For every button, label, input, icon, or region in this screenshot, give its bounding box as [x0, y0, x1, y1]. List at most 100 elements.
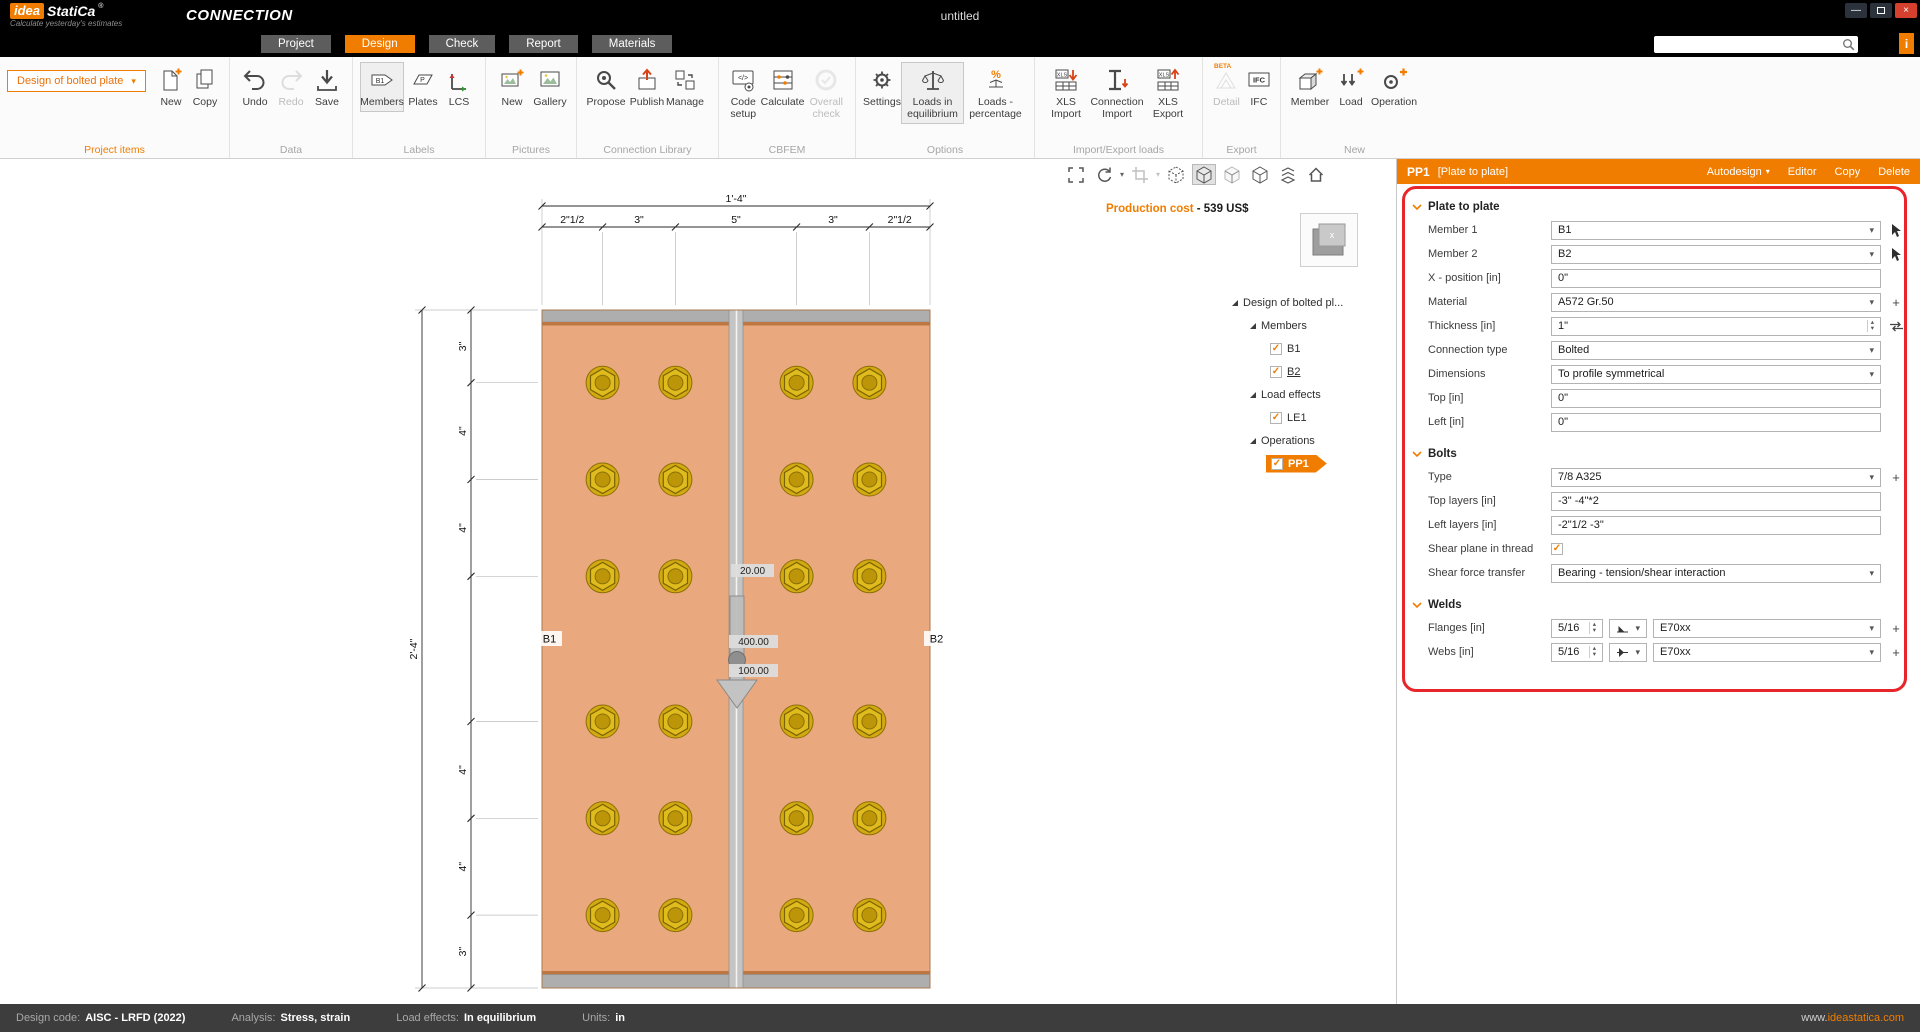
ribbon-button-loads-in-equilibrium[interactable]: Loads in equilibrium: [901, 62, 964, 124]
search-input[interactable]: [1654, 38, 1842, 50]
tree-item-le1[interactable]: ✓ LE1: [1232, 406, 1343, 429]
tree-item-project-root[interactable]: Design of bolted pl...: [1232, 291, 1343, 314]
bolt[interactable]: [780, 802, 813, 835]
member1-dropdown[interactable]: B1▾: [1551, 221, 1881, 240]
bolt[interactable]: [659, 560, 692, 593]
checkbox-checked-icon[interactable]: ✓: [1270, 412, 1282, 424]
add-weld-material-icon[interactable]: +: [1886, 643, 1906, 662]
tab-check[interactable]: Check: [429, 35, 496, 53]
flange-electrode-dropdown[interactable]: E70xx▾: [1653, 619, 1881, 638]
stepper-arrows-icon[interactable]: ▴▾: [1867, 320, 1874, 332]
top-input[interactable]: 0": [1551, 389, 1881, 408]
autodesign-dropdown[interactable]: Autodesign▾: [1707, 166, 1770, 178]
sync-thickness-icon[interactable]: [1886, 317, 1906, 336]
ribbon-button-propose[interactable]: Propose: [584, 62, 628, 112]
chevron-down-icon[interactable]: ▾: [1156, 170, 1160, 179]
close-button[interactable]: ×: [1895, 3, 1917, 18]
top-layers-input[interactable]: -3" -4"*2: [1551, 492, 1881, 511]
connection-type-dropdown[interactable]: Bolted▾: [1551, 341, 1881, 360]
info-button[interactable]: i: [1899, 33, 1914, 54]
bolt[interactable]: [780, 899, 813, 932]
member2-dropdown[interactable]: B2▾: [1551, 245, 1881, 264]
search-icon[interactable]: [1842, 38, 1858, 51]
pick-member-icon[interactable]: [1886, 245, 1906, 264]
bolt[interactable]: [780, 366, 813, 399]
bolt[interactable]: [780, 463, 813, 496]
x-position-input[interactable]: 0": [1551, 269, 1881, 288]
checkbox-checked-icon[interactable]: ✓: [1270, 343, 1282, 355]
website-link[interactable]: www.ideastatica.com: [1801, 1012, 1904, 1024]
tree-item-operations[interactable]: Operations: [1232, 429, 1343, 452]
fit-view-icon[interactable]: [1064, 164, 1088, 185]
bolt[interactable]: [586, 899, 619, 932]
pp1-selected-band[interactable]: ✓ PP1: [1266, 455, 1327, 473]
add-material-icon[interactable]: +: [1886, 293, 1906, 312]
bolt[interactable]: [659, 366, 692, 399]
web-weld-type-dropdown[interactable]: ▾: [1609, 643, 1647, 662]
bolt[interactable]: [659, 705, 692, 738]
view-mode-solid-icon[interactable]: [1192, 164, 1216, 185]
tab-report[interactable]: Report: [509, 35, 578, 53]
ribbon-button-detail[interactable]: BETA Detail: [1210, 62, 1243, 112]
ribbon-button-xls-export[interactable]: XLS XLS Export: [1144, 62, 1192, 124]
tree-item-members[interactable]: Members: [1232, 314, 1343, 337]
ribbon-button-redo[interactable]: Redo: [273, 62, 309, 112]
bolt[interactable]: [853, 899, 886, 932]
bolt[interactable]: [853, 560, 886, 593]
ribbon-button-overall-check[interactable]: Overall check: [805, 62, 848, 124]
bolt[interactable]: [853, 366, 886, 399]
bolt[interactable]: [659, 802, 692, 835]
tab-design[interactable]: Design: [345, 35, 415, 53]
flange-weld-type-dropdown[interactable]: ▾: [1609, 619, 1647, 638]
ribbon-button-copy-project-item[interactable]: Copy: [188, 62, 222, 112]
bolt[interactable]: [586, 463, 619, 496]
stepper-arrows-icon[interactable]: ▴▾: [1589, 622, 1596, 634]
shear-plane-checkbox[interactable]: ✓: [1551, 543, 1563, 555]
add-weld-material-icon[interactable]: +: [1886, 619, 1906, 638]
ribbon-button-manage[interactable]: Manage: [666, 62, 704, 112]
expander-icon[interactable]: [1250, 438, 1256, 444]
ribbon-button-xls-import[interactable]: XLS XLS Import: [1042, 62, 1090, 124]
ribbon-button-new-operation[interactable]: Operation: [1370, 62, 1418, 112]
ribbon-button-new-member[interactable]: Member: [1288, 62, 1332, 112]
left-layers-input[interactable]: -2"1/2 -3": [1551, 516, 1881, 535]
tree-item-pp1[interactable]: ✓ PP1: [1232, 452, 1343, 475]
view-mode-transparent-icon[interactable]: [1220, 164, 1244, 185]
bolt[interactable]: [659, 899, 692, 932]
connection-drawing[interactable]: 1'-4" 2"1/2 3" 5" 3" 2"1/2 2'-4" 3" 4" 4…: [0, 159, 1396, 1004]
ribbon-button-new-project-item[interactable]: New: [154, 62, 188, 112]
flange-weld-size-stepper[interactable]: 5/16▴▾: [1551, 619, 1603, 638]
tab-materials[interactable]: Materials: [592, 35, 673, 53]
bolt[interactable]: [659, 463, 692, 496]
bolt[interactable]: [853, 705, 886, 738]
ribbon-button-undo[interactable]: Undo: [237, 62, 273, 112]
tab-project[interactable]: Project: [261, 35, 331, 53]
thickness-stepper[interactable]: 1"▴▾: [1551, 317, 1881, 336]
checkbox-checked-icon[interactable]: ✓: [1270, 366, 1282, 378]
add-bolt-assembly-icon[interactable]: +: [1886, 468, 1906, 487]
section-crop-icon[interactable]: [1128, 164, 1152, 185]
bolt[interactable]: [586, 705, 619, 738]
section-bolts[interactable]: Bolts: [1397, 443, 1920, 465]
stepper-arrows-icon[interactable]: ▴▾: [1589, 646, 1596, 658]
maximize-button[interactable]: [1870, 3, 1892, 18]
bolt-type-dropdown[interactable]: 7/8 A325▾: [1551, 468, 1881, 487]
ribbon-button-new-picture[interactable]: New: [493, 62, 531, 112]
ribbon-button-ifc[interactable]: IFC IFC: [1243, 62, 1275, 112]
shear-force-transfer-dropdown[interactable]: Bearing - tension/shear interaction▾: [1551, 564, 1881, 583]
minimize-button[interactable]: —: [1845, 3, 1867, 18]
copy-operation-button[interactable]: Copy: [1835, 166, 1861, 178]
project-item-dropdown[interactable]: Design of bolted plate ▾: [7, 70, 146, 92]
ribbon-button-publish[interactable]: Publish: [628, 62, 666, 112]
bolt[interactable]: [780, 560, 813, 593]
chevron-down-icon[interactable]: ▾: [1120, 170, 1124, 179]
expander-icon[interactable]: [1250, 323, 1256, 329]
expander-icon[interactable]: [1232, 300, 1238, 306]
expander-icon[interactable]: [1250, 392, 1256, 398]
bolt[interactable]: [853, 463, 886, 496]
ribbon-button-connection-import[interactable]: Connection Import: [1090, 62, 1144, 124]
checkbox-checked-icon[interactable]: ✓: [1271, 458, 1283, 470]
web-electrode-dropdown[interactable]: E70xx▾: [1653, 643, 1881, 662]
ribbon-button-new-load[interactable]: Load: [1332, 62, 1370, 112]
tree-item-b2[interactable]: ✓ B2: [1232, 360, 1343, 383]
